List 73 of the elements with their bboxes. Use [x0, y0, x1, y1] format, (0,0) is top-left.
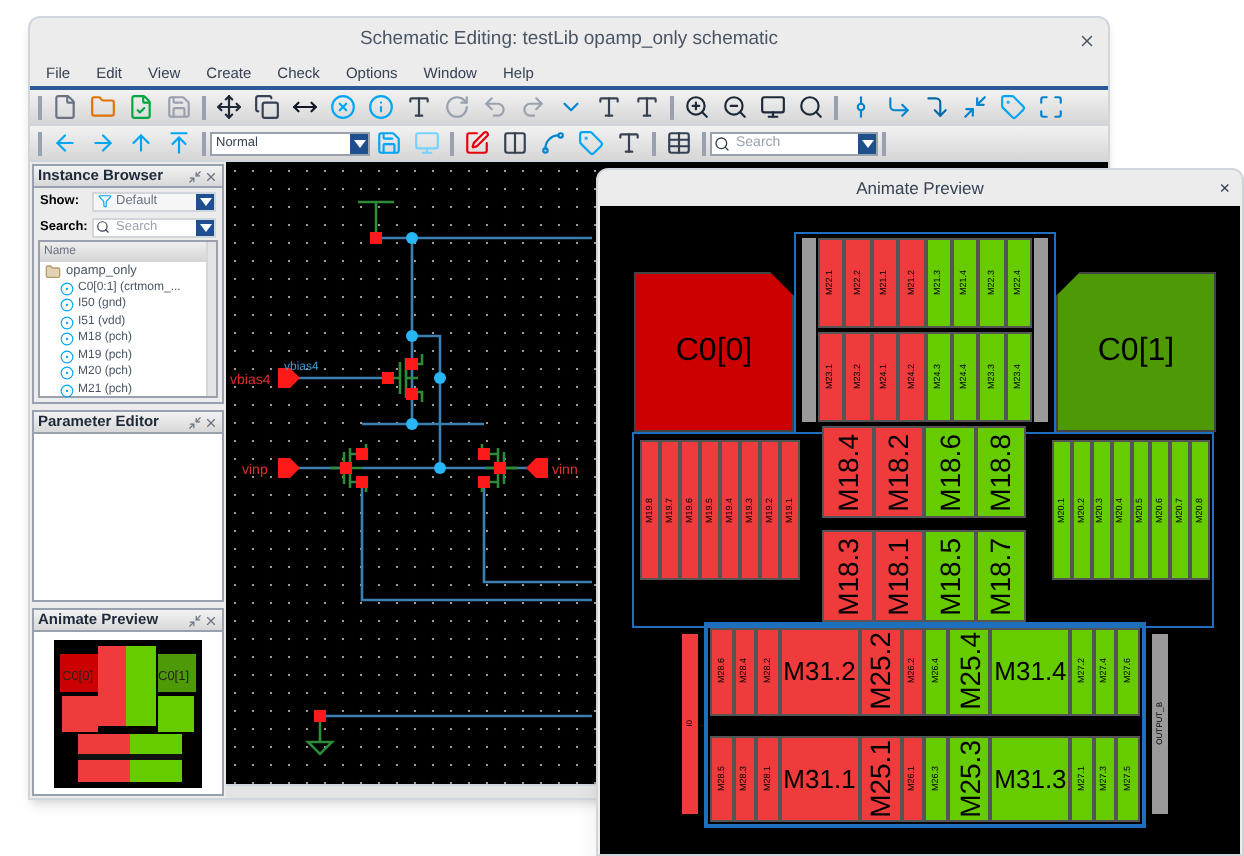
undo-icon[interactable] — [482, 94, 508, 120]
arrow-left-icon[interactable] — [52, 130, 78, 156]
redo-icon[interactable] — [520, 94, 546, 120]
close-button[interactable]: × — [1219, 179, 1230, 197]
device-cell: M31.4 — [990, 628, 1071, 715]
close-icon[interactable] — [204, 415, 218, 429]
table-icon[interactable] — [666, 130, 692, 156]
tag-icon[interactable] — [1000, 94, 1026, 120]
text-icon[interactable] — [616, 130, 642, 156]
transistor-symbol — [328, 442, 368, 494]
input-pin-icon — [278, 368, 300, 388]
device-cell: M18.6 — [924, 426, 975, 518]
tag-icon[interactable] — [578, 130, 604, 156]
device-cell: M31.3 — [990, 735, 1071, 822]
device-cell: M18.4 — [822, 426, 873, 518]
dropdown-caret-icon[interactable] — [858, 133, 876, 153]
search-icon[interactable] — [798, 94, 824, 120]
monitor-icon[interactable] — [760, 94, 786, 120]
float-icon[interactable] — [188, 169, 202, 183]
search-icon — [96, 220, 110, 234]
device-cell: M25.1 — [859, 735, 902, 822]
save-icon[interactable] — [376, 130, 402, 156]
device-cell: M18.5 — [924, 530, 975, 622]
zoom-out-icon[interactable] — [722, 94, 748, 120]
text-icon[interactable] — [634, 94, 660, 120]
device-cell: M18.1 — [873, 530, 924, 622]
zoom-in-icon[interactable] — [684, 94, 710, 120]
capacitor-block: C0[0] — [634, 272, 794, 432]
arrow-up-icon[interactable] — [128, 130, 154, 156]
wire-icon[interactable] — [886, 94, 912, 120]
device-cell: M25.3 — [948, 735, 991, 822]
close-icon[interactable] — [204, 169, 218, 183]
device-cell: M25.4 — [948, 628, 991, 715]
input-pin-icon — [278, 458, 300, 478]
float-icon[interactable] — [188, 613, 202, 627]
device-cell: M25.2 — [859, 628, 902, 715]
wire-icon[interactable] — [924, 94, 950, 120]
folder-icon[interactable] — [90, 94, 116, 120]
capacitor-block: C0[1] — [1056, 272, 1216, 432]
arrow-right-icon[interactable] — [90, 130, 116, 156]
save-icon[interactable] — [166, 94, 192, 120]
window-title: Animate Preview — [856, 175, 984, 201]
text-icon[interactable] — [596, 94, 622, 120]
float-icon[interactable] — [188, 415, 202, 429]
device-cell: M18.3 — [822, 530, 873, 622]
arrow-up-to-line-icon[interactable] — [166, 130, 192, 156]
checked-file-icon[interactable] — [128, 94, 154, 120]
transistor-symbol — [480, 442, 520, 494]
close-icon[interactable] — [1078, 31, 1096, 49]
device-cell: M18.2 — [873, 426, 924, 518]
fit-icon[interactable] — [1038, 94, 1064, 120]
dropdown-caret-icon[interactable] — [196, 193, 214, 209]
filter-icon — [98, 194, 112, 208]
copy-icon[interactable] — [254, 94, 280, 120]
device-cell: M31.1 — [779, 735, 860, 822]
device-cell: M18.8 — [975, 426, 1026, 518]
input-pin-icon — [526, 458, 548, 478]
close-icon[interactable] — [204, 613, 218, 627]
window-title: Schematic Editing: testLib opamp_only schematic — [359, 25, 779, 54]
delete-icon[interactable] — [330, 94, 356, 120]
rotate-icon[interactable] — [444, 94, 470, 120]
search-icon — [714, 135, 730, 151]
info-icon[interactable] — [368, 94, 394, 120]
new-file-icon[interactable] — [52, 94, 78, 120]
edit-icon[interactable] — [464, 130, 490, 156]
move-icon[interactable] — [216, 94, 242, 120]
device-cell: M18.7 — [975, 530, 1026, 622]
columns-icon[interactable] — [502, 130, 528, 156]
dropdown-caret-icon[interactable] — [350, 133, 368, 153]
connect-icon[interactable] — [540, 130, 566, 156]
scrollbar[interactable] — [206, 242, 216, 396]
text-icon[interactable] — [406, 94, 432, 120]
device-cell: M31.2 — [779, 628, 860, 715]
